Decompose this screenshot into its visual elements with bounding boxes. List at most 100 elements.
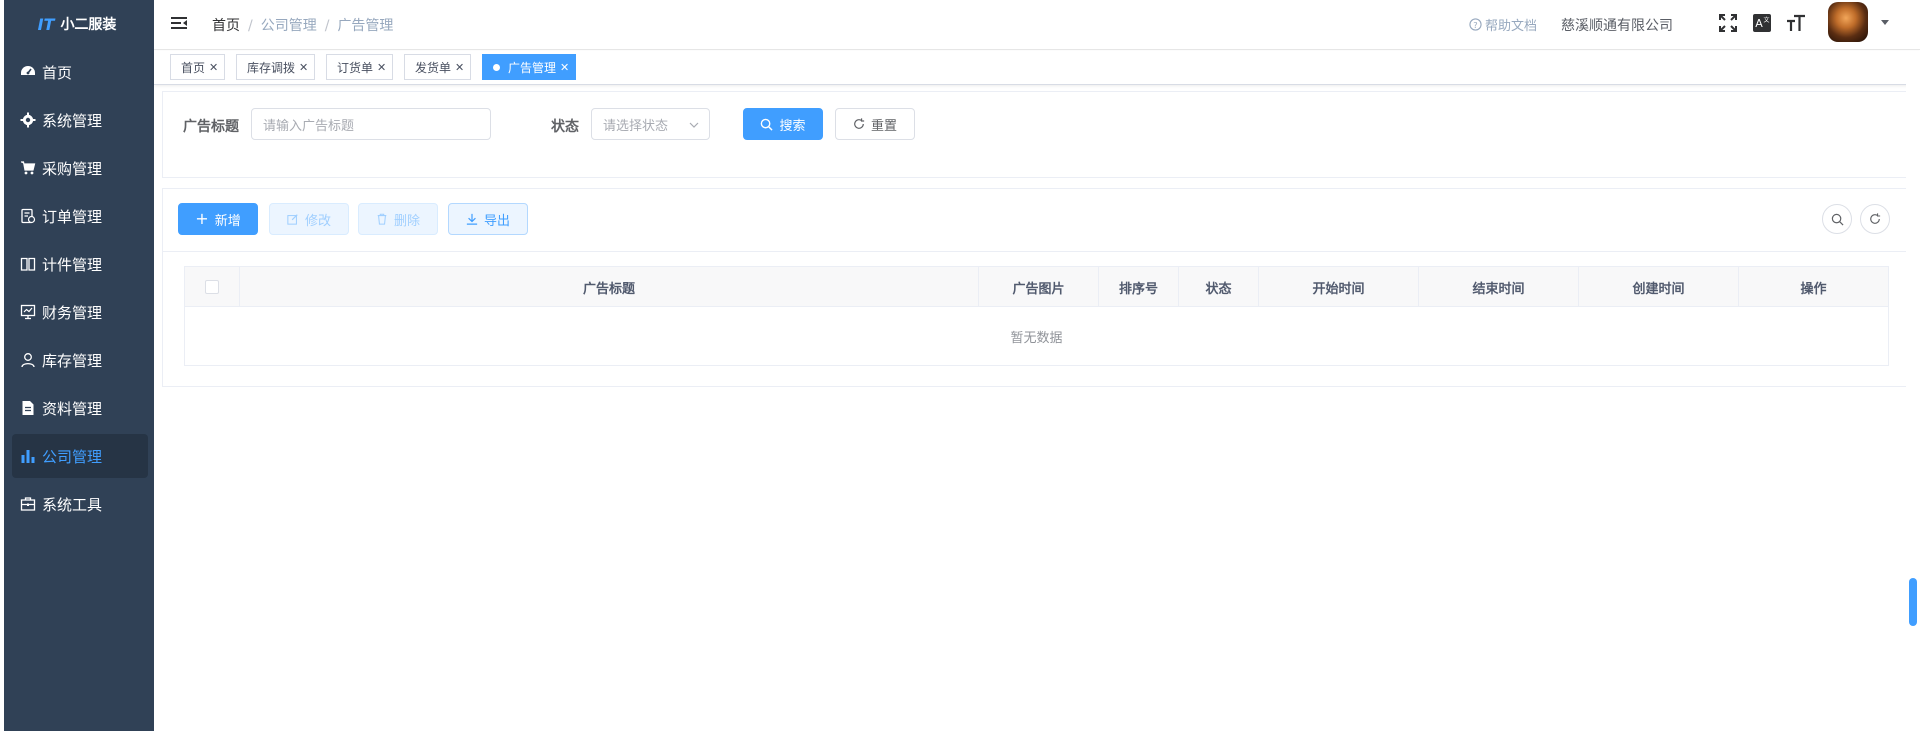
help-docs-label: 帮助文档 — [1485, 19, 1538, 34]
column-header: 排序号 — [1099, 267, 1179, 307]
close-icon[interactable]: ✕ — [560, 61, 569, 74]
ad-title-label: 广告标题 — [183, 119, 239, 135]
edit-icon — [287, 214, 298, 225]
logo-mark: IT — [37, 14, 55, 34]
language-icon[interactable]: A 文 — [1752, 13, 1772, 33]
status-select[interactable]: 请选择状态 — [591, 108, 710, 140]
sidebar-item-label: 计件管理 — [42, 255, 103, 274]
sidebar-item-label: 公司管理 — [42, 447, 103, 466]
add-button-label: 新增 — [214, 213, 241, 229]
close-icon[interactable]: ✕ — [377, 61, 386, 74]
sidebar-item[interactable]: 采购管理 — [0, 144, 154, 192]
sidebar-item-label: 库存管理 — [42, 351, 103, 370]
sidebar-menu: 首页系统管理采购管理订单管理计件管理财务管理库存管理资料管理公司管理系统工具 — [0, 48, 154, 528]
column-header: 状态 — [1179, 267, 1259, 307]
sidebar-item[interactable]: 系统管理 — [0, 96, 154, 144]
app-logo[interactable]: IT 小二服装 — [0, 0, 154, 48]
navbar: 首页 / 公司管理 / 广告管理 ? 帮助文档 慈溪顺通有限公司 A 文 — [154, 0, 1920, 50]
breadcrumb-current: 广告管理 — [337, 18, 394, 34]
sidebar-item[interactable]: 首页 — [0, 48, 154, 96]
refresh-table-button[interactable] — [1860, 204, 1890, 234]
chart-icon — [20, 448, 36, 464]
order-icon — [20, 208, 36, 224]
question-circle-icon: ? — [1469, 18, 1482, 31]
app-title: 小二服装 — [60, 17, 117, 33]
sidebar-item[interactable]: 系统工具 — [0, 480, 154, 528]
ad-title-input[interactable]: 请输入广告标题 — [251, 108, 491, 140]
close-icon[interactable]: ✕ — [299, 61, 308, 74]
close-icon[interactable]: ✕ — [209, 61, 218, 74]
tag-label: 库存调拨 — [247, 60, 296, 75]
column-header: 结束时间 — [1419, 267, 1579, 307]
tag-stock-transfer[interactable]: 库存调拨 ✕ — [236, 54, 316, 80]
download-icon — [466, 213, 478, 225]
dashboard-icon — [20, 64, 36, 80]
svg-text:A: A — [1755, 17, 1763, 30]
refresh-icon — [854, 118, 865, 129]
svg-text:文: 文 — [1763, 16, 1769, 24]
chevron-down-icon — [689, 122, 699, 128]
font-size-icon[interactable] — [1786, 13, 1806, 33]
reset-button[interactable]: 重置 — [835, 108, 915, 140]
close-icon[interactable]: ✕ — [455, 61, 464, 74]
sidebar-item[interactable]: 计件管理 — [0, 240, 154, 288]
tag-shipping-order[interactable]: 发货单 ✕ — [404, 54, 472, 80]
ad-title-placeholder: 请输入广告标题 — [263, 118, 355, 134]
plus-icon: + — [195, 209, 209, 228]
sidebar-item[interactable]: 公司管理 — [0, 432, 154, 480]
sidebar-item-label: 资料管理 — [42, 399, 103, 418]
status-label: 状态 — [551, 119, 579, 135]
trash-icon — [377, 213, 387, 225]
table-header: 广告标题 广告图片 排序号 状态 开始时间 结束时间 创建时间 操作 — [185, 267, 1888, 307]
export-button[interactable]: 导出 — [448, 203, 528, 235]
column-header: 操作 — [1800, 281, 1827, 297]
sidebar-item-label: 系统工具 — [42, 495, 103, 514]
active-dot-icon — [493, 63, 500, 71]
search-icon — [761, 118, 774, 131]
breadcrumb-home[interactable]: 首页 — [212, 18, 240, 34]
sidebar-item[interactable]: 财务管理 — [0, 288, 154, 336]
help-docs-link[interactable]: ? 帮助文档 — [1469, 15, 1537, 34]
sidebar-item[interactable]: 订单管理 — [0, 192, 154, 240]
select-all-cell — [185, 267, 240, 307]
column-header: 开始时间 — [1259, 267, 1419, 307]
divider — [163, 251, 1907, 252]
edit-button[interactable]: 修改 — [269, 203, 349, 235]
hamburger-icon[interactable] — [170, 14, 188, 32]
ad-table: 广告标题 广告图片 排序号 状态 开始时间 结束时间 创建时间 操作 暂无数据 — [184, 266, 1889, 366]
tag-home[interactable]: 首页 ✕ — [170, 54, 226, 80]
empty-text: 暂无数据 — [1010, 330, 1063, 346]
select-all-checkbox[interactable] — [205, 280, 219, 294]
tag-purchase-order[interactable]: 订货单 ✕ — [326, 54, 394, 80]
svg-text:?: ? — [1473, 20, 1477, 30]
sidebar-item-label: 采购管理 — [42, 159, 103, 178]
tags-view: 首页 ✕ 库存调拨 ✕ 订货单 ✕ 发货单 ✕ 广告管理 ✕ — [154, 51, 1920, 85]
reset-button-label: 重置 — [870, 118, 897, 134]
tag-ad-management[interactable]: 广告管理 ✕ — [482, 54, 577, 80]
tag-label: 发货单 — [415, 60, 452, 75]
sidebar-item[interactable]: 库存管理 — [0, 336, 154, 384]
search-button-label: 搜索 — [779, 118, 806, 134]
fullscreen-icon[interactable] — [1718, 13, 1738, 33]
user-icon — [20, 352, 36, 368]
toggle-search-button[interactable] — [1822, 204, 1852, 234]
delete-button[interactable]: 删除 — [358, 203, 438, 235]
search-button[interactable]: 搜索 — [743, 108, 823, 140]
scrollbar-track — [1906, 51, 1920, 731]
caret-down-icon[interactable] — [1881, 20, 1889, 25]
column-header: 广告标题 — [240, 267, 979, 307]
sidebar-item-label: 财务管理 — [42, 303, 103, 322]
column-header: 广告图片 — [979, 267, 1099, 307]
sidebar-item[interactable]: 资料管理 — [0, 384, 154, 432]
add-button[interactable]: + 新增 — [178, 203, 258, 235]
breadcrumb-company[interactable]: 公司管理 — [261, 18, 317, 34]
sidebar-item-label: 系统管理 — [42, 111, 103, 130]
gear-icon — [20, 112, 36, 128]
delete-button-label: 删除 — [393, 213, 420, 229]
scrollbar-thumb[interactable] — [1909, 578, 1917, 626]
sidebar: IT 小二服装 首页系统管理采购管理订单管理计件管理财务管理库存管理资料管理公司… — [0, 0, 154, 731]
breadcrumb: 首页 / 公司管理 / 广告管理 — [212, 18, 394, 34]
table-panel: + 新增 修改 删除 导出 广告标题 广告图片 排序号 状态 开始时间 结束时间… — [162, 188, 1908, 387]
refresh-icon — [1870, 213, 1881, 224]
user-avatar[interactable] — [1828, 2, 1868, 42]
